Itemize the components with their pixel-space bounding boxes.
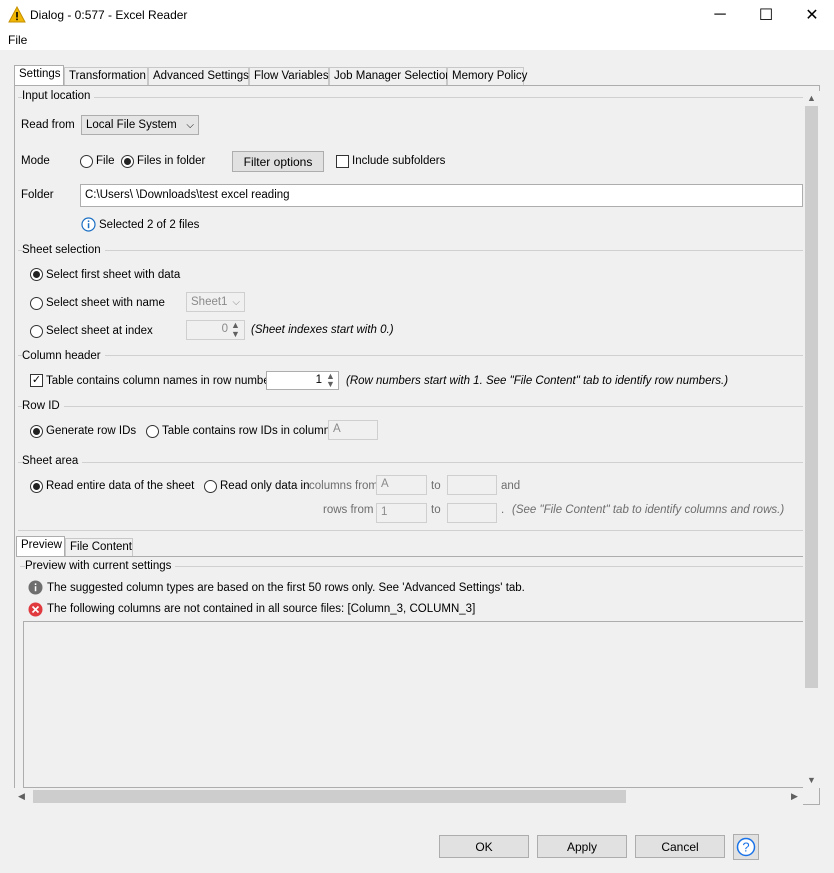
close-button[interactable]: ✕ <box>790 0 834 30</box>
mode-file-radio[interactable] <box>80 155 93 168</box>
tab-advanced-settings[interactable]: Advanced Settings <box>148 67 249 85</box>
filter-options-button[interactable]: Filter options <box>232 151 324 172</box>
info-icon <box>81 217 96 232</box>
scroll-right-icon[interactable]: ▶ <box>791 791 798 802</box>
folder-path-input[interactable]: C:\Users\ \Downloads\test excel reading <box>80 184 803 207</box>
row-to-input[interactable] <box>447 503 497 523</box>
columns-from-label: columns from <box>309 480 379 492</box>
vertical-scroll-thumb[interactable] <box>805 106 818 688</box>
first-sheet-label: Select first sheet with data <box>46 269 181 281</box>
column-names-label: Table contains column names in row numbe… <box>46 375 274 387</box>
scroll-up-icon[interactable]: ▲ <box>807 93 816 103</box>
group-divider <box>18 530 803 531</box>
tab-transformation[interactable]: Transformation <box>64 67 148 85</box>
include-subfolders-checkbox[interactable] <box>336 155 349 168</box>
columns-to-label: to <box>431 480 441 492</box>
info-icon <box>28 580 43 595</box>
preview-info-message: The suggested column types are based on … <box>47 582 525 594</box>
entire-sheet-label: Read entire data of the sheet <box>46 480 195 492</box>
sheet-index-radio[interactable] <box>30 325 43 338</box>
menu-file[interactable]: File <box>8 33 27 47</box>
horizontal-scroll-thumb[interactable] <box>33 790 626 803</box>
sheet-index-hint: (Sheet indexes start with 0.) <box>251 324 394 336</box>
column-names-checkbox[interactable]: ✓ <box>30 374 43 387</box>
sheet-name-label: Select sheet with name <box>46 297 165 309</box>
first-sheet-radio[interactable] <box>30 268 43 281</box>
sheet-name-dropdown[interactable]: Sheet1 ⌵ <box>186 292 245 312</box>
read-from-value: Local File System <box>86 119 177 131</box>
tab-file-content[interactable]: File Content <box>65 538 133 556</box>
read-only-radio[interactable] <box>204 480 217 493</box>
selected-files-info: Selected 2 of 2 files <box>99 219 200 231</box>
menu-bar <box>0 30 834 50</box>
sheet-area-title: Sheet area <box>22 455 83 467</box>
chevron-down-icon: ⌵ <box>186 119 194 131</box>
tab-job-manager-selection[interactable]: Job Manager Selection <box>329 67 452 85</box>
rows-from-label: rows from <box>323 504 374 516</box>
sheet-name-value: Sheet1 <box>191 296 228 308</box>
chevron-down-icon: ⌵ <box>232 296 240 308</box>
group-divider <box>18 355 803 356</box>
preview-table-area[interactable] <box>23 621 804 788</box>
scroll-left-icon[interactable]: ◀ <box>18 791 25 802</box>
preview-title: Preview with current settings <box>25 560 176 572</box>
group-divider <box>18 97 803 98</box>
preview-error-message: The following columns are not contained … <box>47 603 476 615</box>
sheet-area-hint: (See "File Content" tab to identify colu… <box>512 504 785 516</box>
group-divider <box>18 250 803 251</box>
apply-button[interactable]: Apply <box>537 835 627 858</box>
group-divider <box>18 406 803 407</box>
scroll-down-icon[interactable]: ▼ <box>807 775 816 785</box>
tab-memory-policy[interactable]: Memory Policy <box>447 67 527 85</box>
sheet-name-radio[interactable] <box>30 297 43 310</box>
help-glyph: ? <box>742 840 749 855</box>
tab-flow-variables[interactable]: Flow Variables <box>249 67 329 85</box>
folder-label: Folder <box>21 189 54 201</box>
column-from-input[interactable]: A <box>376 475 427 495</box>
column-to-input[interactable] <box>447 475 497 495</box>
row-ids-column-radio[interactable] <box>146 425 159 438</box>
error-icon <box>28 602 43 617</box>
tab-settings[interactable]: Settings <box>14 65 64 86</box>
sheet-selection-title: Sheet selection <box>22 244 105 256</box>
minimize-button[interactable]: ─ <box>698 0 742 30</box>
column-header-title: Column header <box>22 350 105 362</box>
rows-to-label: to <box>431 504 441 516</box>
input-location-title: Input location <box>22 90 95 102</box>
include-subfolders-label: Include subfolders <box>352 155 446 167</box>
help-icon: ? <box>736 837 756 857</box>
group-divider <box>18 462 803 463</box>
spinner-arrows-icon[interactable]: ▲ ▼ <box>231 321 243 339</box>
column-header-hint: (Row numbers start with 1. See "File Con… <box>346 375 729 387</box>
maximize-button[interactable]: ☐ <box>744 0 788 30</box>
mode-file-label: File <box>96 155 115 167</box>
mode-folder-label: Files in folder <box>137 155 206 167</box>
spinner-arrows-icon[interactable]: ▲ ▼ <box>326 372 338 389</box>
read-only-label: Read only data in <box>220 480 310 492</box>
generate-row-ids-radio[interactable] <box>30 425 43 438</box>
row-id-column-input[interactable]: A <box>328 420 378 440</box>
preview-tab-divider <box>16 556 803 557</box>
sheet-index-label: Select sheet at index <box>46 325 153 337</box>
help-button[interactable]: ? <box>733 834 759 860</box>
rows-dot: . <box>501 504 505 516</box>
read-from-dropdown[interactable]: Local File System ⌵ <box>81 115 199 135</box>
generate-row-ids-label: Generate row IDs <box>46 425 137 437</box>
row-from-input[interactable]: 1 <box>376 503 427 523</box>
entire-sheet-radio[interactable] <box>30 480 43 493</box>
row-ids-column-label: Table contains row IDs in column <box>162 425 331 437</box>
and-label: and <box>501 480 521 492</box>
row-id-title: Row ID <box>22 400 64 412</box>
cancel-button[interactable]: Cancel <box>635 835 725 858</box>
tab-preview[interactable]: Preview <box>16 536 65 557</box>
ok-button[interactable]: OK <box>439 835 529 858</box>
read-from-label: Read from <box>21 119 75 131</box>
mode-label: Mode <box>21 155 50 167</box>
mode-folder-radio[interactable] <box>121 155 134 168</box>
window-title: Dialog - 0:577 - Excel Reader <box>30 8 188 22</box>
warning-icon <box>8 6 26 23</box>
